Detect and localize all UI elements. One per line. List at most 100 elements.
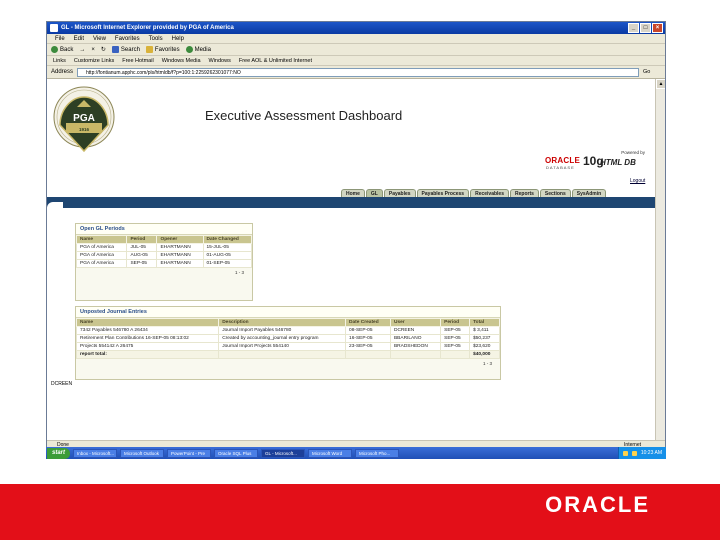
link-aol[interactable]: Free AOL & Unlimited Internet [239,56,312,65]
menu-tools[interactable]: Tools [149,34,163,43]
pagination[interactable]: 1 - 3 [76,268,252,277]
search-button[interactable]: Search [111,44,140,56]
link-windows[interactable]: Windows [209,56,231,65]
oracle-htmldb-logo: Powered by ORACLE DATABASE 10g HTML DB [545,150,655,174]
column-header[interactable]: Description [218,318,347,327]
go-button[interactable]: Go [643,68,665,77]
taskbar-button-active[interactable]: GL - Microsoft... [261,448,306,458]
back-label: Back [60,46,74,53]
menu-help[interactable]: Help [172,34,184,43]
table-cell: EHARTMANN [156,251,204,260]
table-cell: Journal Import Payables 546780 [218,326,347,335]
table-cell: BRADSHEDON [389,342,442,351]
table-cell: JUL-05 [126,243,158,252]
column-header[interactable]: Period [126,235,158,244]
table-cell: PGA of America [75,243,128,252]
powered-by-label: Powered by [621,150,645,155]
star-icon [145,46,153,53]
taskbar-button[interactable]: PowerPoint - Pre [167,448,212,458]
media-label: Media [194,46,211,53]
minimize-button[interactable]: _ [628,23,639,33]
column-header[interactable]: Opener [156,235,204,244]
total-row: report total: $40,000 [75,350,500,359]
panel-title: Unposted Journal Entries [76,307,500,318]
table-cell: Projects 554142 A 26475 [75,342,220,351]
menu-file[interactable]: File [55,34,65,43]
table-cell: $23,620 [469,342,500,351]
window-controls: _ □ × [628,23,663,33]
refresh-button[interactable]: ↻ [101,44,106,56]
maximize-button[interactable]: □ [640,23,651,33]
table-cell: PGA of America [75,251,128,260]
column-header[interactable]: Name [75,318,220,327]
panel-title: Open GL Periods [76,224,252,235]
favorites-button[interactable]: Favorites [145,44,180,56]
open-gl-table: Name Period Opener Date Changed PGA of A… [75,235,252,268]
address-input[interactable]: http://fontianum.apphc.com/pls/htmldb/f?… [77,67,639,77]
links-bar: Links Customize Links Free Hotmail Windo… [47,56,665,66]
taskbar-button[interactable]: Inbox - Microsoft... [73,448,118,458]
taskbar-button[interactable]: Microsoft Word [308,448,353,458]
pga-logo: PGA 1916 [53,86,115,153]
htmldb-wordmark: HTML DB [600,158,636,167]
menu-edit[interactable]: Edit [74,34,84,43]
link-hotmail[interactable]: Free Hotmail [122,56,153,65]
table-cell: AUG-05 [126,251,158,260]
unposted-table: Name Description Date Created User Perio… [75,318,500,359]
tray-icon[interactable] [622,450,628,456]
vertical-scrollbar[interactable]: ▲ ▼ [655,79,665,450]
stop-button[interactable]: × [91,44,95,56]
table-cell: EHARTMANN [156,259,204,268]
media-button[interactable]: Media [185,44,211,56]
scroll-up-icon[interactable]: ▲ [656,79,665,89]
column-header[interactable]: Date Changed [202,235,252,244]
table-cell: DCREEN [389,326,442,335]
table-cell: 15-JUL-05 [202,243,252,252]
menu-view[interactable]: View [93,34,106,43]
start-button[interactable]: start [47,447,71,459]
table-row: Retirement Plan Contributions 16-SEP-05 … [75,334,500,343]
forward-button[interactable]: → [79,44,85,56]
table-cell: Journal Import Projects 554140 [218,342,347,351]
page-content: PGA 1916 Executive Assessment Dashboard … [47,79,655,450]
logo-year: 1916 [79,127,90,132]
table-cell: SEP-05 [440,334,471,343]
table-header-row: Name Description Date Created User Perio… [75,318,500,327]
total-value: $40,000 [469,350,500,359]
taskbar-button[interactable]: Microsoft Pho... [355,448,400,458]
slide-footer-band: ORACLE [0,484,720,540]
back-button[interactable]: Back [51,44,73,56]
table-cell: 23-SEP-05 [345,342,391,351]
search-label: Search [120,46,140,53]
stop-icon: × [91,46,95,53]
column-header[interactable]: Total [469,318,500,327]
open-gl-periods-panel: Open GL Periods Name Period Opener Date … [75,223,253,301]
pagination[interactable]: 1 - 3 [76,359,500,368]
search-icon [111,46,119,53]
menu-bar: File Edit View Favorites Tools Help [47,34,665,44]
column-header[interactable]: Name [75,235,128,244]
slide: GL - Microsoft Internet Explorer provide… [0,0,720,540]
table-cell: SEP-05 [126,259,158,268]
unposted-journal-panel: Unposted Journal Entries Name Descriptio… [75,306,501,380]
media-icon [185,46,193,53]
column-header[interactable]: User [389,318,442,327]
refresh-icon: ↻ [100,46,106,53]
table-row: PGA of America AUG-05 EHARTMANN 01-AUG-0… [75,251,252,260]
table-cell: 16-SEP-05 [345,334,391,343]
menu-favorites[interactable]: Favorites [115,34,140,43]
system-tray: 10:23 AM [617,447,666,459]
link-customize[interactable]: Customize Links [74,56,114,65]
close-button[interactable]: × [652,23,663,33]
browser-toolbar: Back → × ↻ Search Favorites Media [47,44,665,56]
link-windows-media[interactable]: Windows Media [162,56,201,65]
table-cell: SEP-05 [440,342,471,351]
tray-icon[interactable] [631,450,637,456]
taskbar-button[interactable]: Microsoft Outlook [120,448,165,458]
oracle-logo: ORACLE [545,492,650,517]
column-header[interactable]: Date Created [345,318,391,327]
column-header[interactable]: Period [440,318,471,327]
oracle-wordmark: ORACLE [545,156,580,165]
logout-link[interactable]: Logout [630,178,645,184]
taskbar-button[interactable]: Oracle SQL Plus [214,448,259,458]
